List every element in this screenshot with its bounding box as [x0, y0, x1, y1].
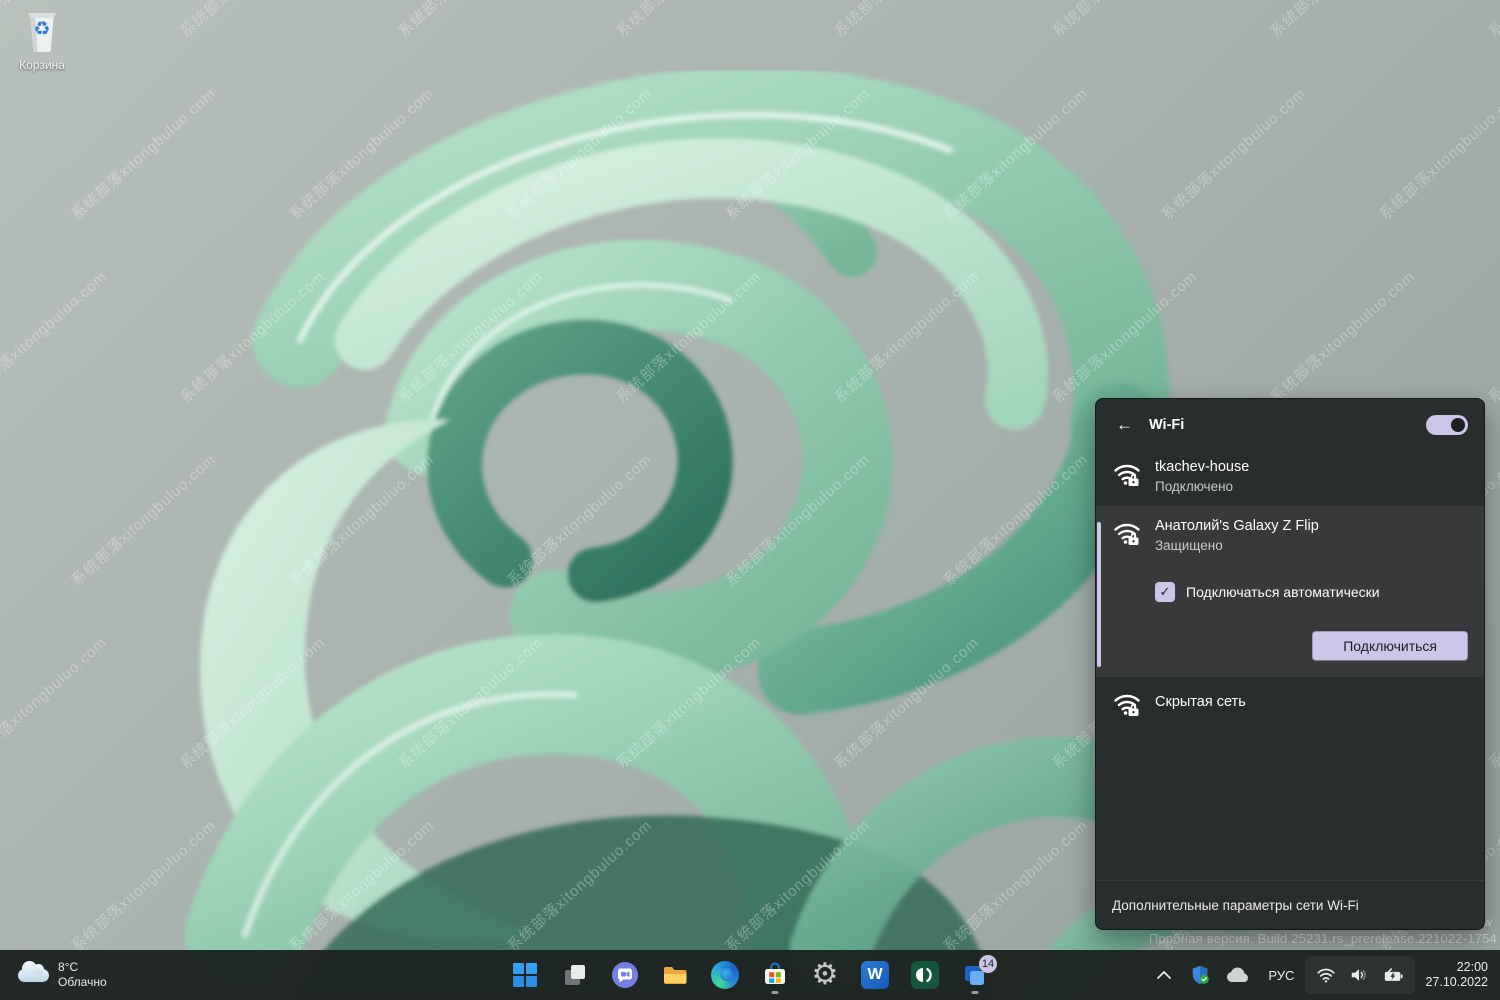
mail-app-button[interactable]: 14: [954, 954, 996, 996]
wifi-secured-icon: [1112, 518, 1142, 548]
microsoft-store-button[interactable]: [754, 954, 796, 996]
battery-charging-icon: [1382, 965, 1404, 985]
recycle-bin-desktop-icon[interactable]: ♻ Корзина: [12, 8, 72, 72]
network-item-tkachev-house[interactable]: tkachev-house Подключено: [1096, 447, 1484, 506]
network-status: Защищено: [1155, 536, 1319, 555]
chat-icon: [611, 961, 639, 989]
checkmark-icon: ✓: [1160, 584, 1171, 600]
contrast-app-icon: [911, 961, 939, 989]
taskbar: 8°C Облачно: [0, 950, 1500, 1000]
toggle-knob: [1451, 418, 1465, 432]
time: 22:00: [1425, 960, 1488, 975]
wifi-flyout-panel: ← Wi-Fi tkachev-house Подключено: [1095, 398, 1485, 930]
edge-icon: [711, 961, 739, 989]
edge-browser-button[interactable]: [704, 954, 746, 996]
shield-icon: [1189, 964, 1211, 986]
running-indicator: [772, 991, 779, 994]
wifi-secured-icon: [1112, 689, 1142, 719]
more-wifi-settings-link[interactable]: Дополнительные параметры сети Wi-Fi: [1096, 880, 1484, 929]
onedrive-cloud-icon: [1225, 966, 1251, 984]
notification-badge: 14: [979, 955, 997, 973]
gear-icon: ⚙: [812, 960, 839, 990]
task-view-icon: [561, 961, 589, 989]
store-icon: [761, 961, 789, 989]
selection-indicator: [1097, 522, 1101, 667]
folder-icon: [661, 961, 689, 989]
network-name: tkachev-house: [1155, 457, 1249, 477]
recycle-bin-label: Корзина: [12, 58, 72, 72]
system-tray: РУС 22:00 27.10.2022: [1147, 950, 1494, 1000]
network-status: Подключено: [1155, 477, 1249, 496]
language-indicator[interactable]: РУС: [1259, 955, 1303, 995]
clock[interactable]: 22:00 27.10.2022: [1417, 960, 1494, 990]
quick-settings-button[interactable]: [1305, 956, 1415, 994]
onedrive-tray-icon[interactable]: [1219, 955, 1257, 995]
network-item-hidden[interactable]: Скрытая сеть: [1096, 677, 1484, 729]
auto-connect-checkbox-row[interactable]: ✓ Подключаться автоматически: [1155, 582, 1468, 602]
wifi-tray-icon: [1316, 965, 1336, 985]
checkbox[interactable]: ✓: [1155, 582, 1175, 602]
cloud-weather-icon: [18, 969, 49, 982]
windows-security-tray-icon[interactable]: [1183, 955, 1217, 995]
network-name: Анатолий's Galaxy Z Flip: [1155, 516, 1319, 536]
chevron-up-icon: [1153, 965, 1175, 985]
wifi-secured-icon: [1112, 459, 1142, 489]
weather-temperature: 8°C: [58, 960, 107, 975]
network-name: Скрытая сеть: [1155, 687, 1246, 719]
taskbar-center-icons: ⚙ W 14: [504, 950, 996, 1000]
weather-widget[interactable]: 8°C Облачно: [10, 950, 115, 1000]
panel-title: Wi-Fi: [1149, 417, 1184, 433]
back-button[interactable]: ←: [1112, 414, 1137, 435]
settings-button[interactable]: ⚙: [804, 954, 846, 996]
recycle-bin-icon: ♻: [20, 8, 64, 56]
checkbox-label: Подключаться автоматически: [1186, 584, 1380, 600]
task-view-button[interactable]: [554, 954, 596, 996]
running-indicator: [972, 991, 979, 994]
contrast-app-button[interactable]: [904, 954, 946, 996]
windows-logo-icon: [512, 962, 538, 988]
network-item-galaxy-z-flip[interactable]: Анатолий's Galaxy Z Flip Защищено ✓ Подк…: [1096, 506, 1484, 677]
build-version-watermark: Пробная версия. Build 25231.rs_prereleas…: [1149, 931, 1497, 946]
chat-teams-button[interactable]: [604, 954, 646, 996]
wifi-panel-header: ← Wi-Fi: [1096, 399, 1484, 447]
file-explorer-button[interactable]: [654, 954, 696, 996]
recycle-arrows-icon: ♻: [33, 20, 50, 39]
start-button[interactable]: [504, 954, 546, 996]
weather-condition: Облачно: [58, 975, 107, 990]
volume-icon: [1349, 965, 1369, 985]
wifi-toggle[interactable]: [1426, 415, 1468, 435]
connect-button[interactable]: Подключиться: [1312, 631, 1468, 661]
word-icon: W: [861, 961, 889, 989]
date: 27.10.2022: [1425, 975, 1488, 990]
tray-overflow-button[interactable]: [1147, 955, 1181, 995]
word-button[interactable]: W: [854, 954, 896, 996]
